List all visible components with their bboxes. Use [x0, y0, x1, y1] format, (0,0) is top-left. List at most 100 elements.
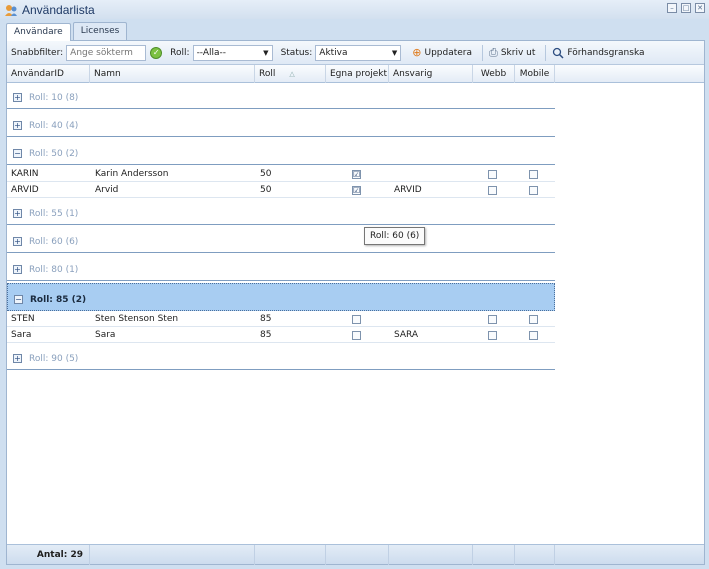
- quickfilter-input[interactable]: [66, 44, 147, 61]
- toolbar-separator: [482, 44, 484, 61]
- row-count: Antal: 29: [7, 545, 90, 565]
- print-label: Skriv ut: [500, 47, 536, 58]
- group-label: Roll: 55 (1): [29, 209, 79, 219]
- column-header-responsible[interactable]: Ansvarig: [389, 65, 473, 83]
- sort-ascending-icon: △: [289, 70, 295, 78]
- web-checkbox[interactable]: [488, 331, 497, 340]
- group-tooltip: Roll: 60 (6): [364, 227, 426, 245]
- own-projects-checkbox[interactable]: [352, 315, 361, 324]
- tab-strip: Användare Licenses: [6, 22, 129, 41]
- title-bar: Användarlista – □ ✕: [0, 0, 709, 19]
- mobile-checkbox[interactable]: [529, 315, 538, 324]
- column-header-mobile[interactable]: Mobile: [515, 65, 555, 83]
- expand-icon[interactable]: +: [13, 209, 22, 218]
- collapse-icon[interactable]: −: [13, 149, 22, 158]
- grid-header: AnvändarID Namn Roll △ Egna projekt Ansva…: [7, 65, 704, 83]
- group-row[interactable]: + Roll: 60 (6): [7, 227, 555, 253]
- group-row-selected[interactable]: − Roll: 85 (2): [7, 283, 555, 311]
- refresh-icon: ⊕: [412, 46, 422, 59]
- minimize-button[interactable]: –: [667, 3, 677, 13]
- footer-cell: [326, 545, 389, 565]
- cell-responsible: ARVID: [394, 185, 422, 195]
- status-select-value: Aktiva: [319, 47, 348, 58]
- preview-label: Förhandsgranska: [567, 47, 645, 58]
- group-row[interactable]: + Roll: 80 (1): [7, 255, 555, 281]
- status-label: Status:: [280, 47, 313, 58]
- printer-icon: ⎙: [489, 45, 498, 59]
- refresh-label: Uppdatera: [424, 47, 473, 58]
- table-row[interactable]: STEN Sten Stenson Sten 85: [7, 312, 555, 327]
- cell-role: 50: [260, 169, 272, 179]
- collapse-icon[interactable]: −: [14, 295, 23, 304]
- cell-userid: Sara: [11, 330, 32, 340]
- preview-button[interactable]: Förhandsgranska: [549, 44, 647, 62]
- cell-role: 50: [260, 185, 272, 195]
- maximize-button[interactable]: □: [681, 3, 691, 13]
- close-button[interactable]: ✕: [695, 3, 705, 13]
- group-row[interactable]: + Roll: 40 (4): [7, 111, 555, 137]
- expand-icon[interactable]: +: [13, 237, 22, 246]
- group-label: Roll: 50 (2): [29, 149, 79, 159]
- cell-name: Karin Andersson: [95, 169, 169, 179]
- mobile-checkbox[interactable]: [529, 186, 538, 195]
- cell-userid: STEN: [11, 314, 35, 324]
- column-header-web[interactable]: Webb: [473, 65, 515, 83]
- cell-responsible: SARA: [394, 330, 419, 340]
- mobile-checkbox[interactable]: [529, 170, 538, 179]
- footer-cell: [515, 545, 555, 565]
- web-checkbox[interactable]: [488, 170, 497, 179]
- cell-role: 85: [260, 330, 272, 340]
- expand-icon[interactable]: +: [13, 265, 22, 274]
- mobile-checkbox[interactable]: [529, 331, 538, 340]
- column-header-role[interactable]: Roll △: [255, 65, 326, 83]
- cell-userid: KARIN: [11, 169, 39, 179]
- role-select-value: --Alla--: [196, 47, 227, 58]
- footer-cell: [90, 545, 255, 565]
- group-row[interactable]: + Roll: 10 (8): [7, 83, 555, 109]
- table-row[interactable]: ARVID Arvid 50 ☑ ARVID: [7, 183, 555, 198]
- web-checkbox[interactable]: [488, 186, 497, 195]
- grid-footer: Antal: 29: [7, 544, 704, 565]
- expand-icon[interactable]: +: [13, 93, 22, 102]
- magnifier-icon: [553, 47, 564, 59]
- status-select[interactable]: Aktiva ▼: [315, 44, 402, 61]
- group-row[interactable]: + Roll: 55 (1): [7, 199, 555, 225]
- expand-icon[interactable]: +: [13, 354, 22, 363]
- own-projects-checkbox[interactable]: [352, 331, 361, 340]
- apply-filter-icon[interactable]: ✓: [150, 46, 163, 59]
- chevron-down-icon: ▼: [263, 48, 269, 57]
- expand-icon[interactable]: +: [13, 121, 22, 130]
- role-select[interactable]: --Alla-- ▼: [192, 44, 273, 61]
- chevron-down-icon: ▼: [391, 48, 398, 57]
- group-label: Roll: 40 (4): [29, 121, 79, 131]
- users-icon: [5, 4, 17, 16]
- footer-cell: [555, 545, 704, 565]
- cell-userid: ARVID: [11, 185, 39, 195]
- tab-users[interactable]: Användare: [6, 23, 71, 41]
- print-button[interactable]: ⎙ Skriv ut: [486, 44, 538, 62]
- own-projects-checkbox[interactable]: ☑: [352, 170, 361, 179]
- column-header-own-projects[interactable]: Egna projekt: [326, 65, 389, 83]
- cell-name: Sara: [95, 330, 116, 340]
- column-header-userid[interactable]: AnvändarID: [7, 65, 90, 83]
- window-title: Användarlista: [22, 2, 95, 17]
- footer-cell: [389, 545, 473, 565]
- tab-licenses[interactable]: Licenses: [72, 22, 128, 40]
- column-header-filler: [555, 65, 704, 83]
- column-header-role-label: Roll: [259, 69, 276, 79]
- table-row[interactable]: Sara Sara 85 SARA: [7, 328, 555, 343]
- group-row[interactable]: − Roll: 50 (2): [7, 139, 555, 165]
- cell-name: Arvid: [95, 185, 119, 195]
- column-header-name[interactable]: Namn: [90, 65, 255, 83]
- cell-name: Sten Stenson Sten: [95, 314, 179, 324]
- group-row[interactable]: + Roll: 90 (5): [7, 344, 555, 370]
- refresh-button[interactable]: ⊕ Uppdatera: [409, 44, 475, 62]
- web-checkbox[interactable]: [488, 315, 497, 324]
- own-projects-checkbox[interactable]: ☑: [352, 186, 361, 195]
- table-row[interactable]: KARIN Karin Andersson 50 ☑: [7, 167, 555, 182]
- role-label: Roll:: [170, 47, 190, 58]
- footer-cell: [255, 545, 326, 565]
- toolbar-separator: [545, 44, 547, 61]
- group-label: Roll: 80 (1): [29, 265, 79, 275]
- group-label: Roll: 90 (5): [29, 354, 79, 364]
